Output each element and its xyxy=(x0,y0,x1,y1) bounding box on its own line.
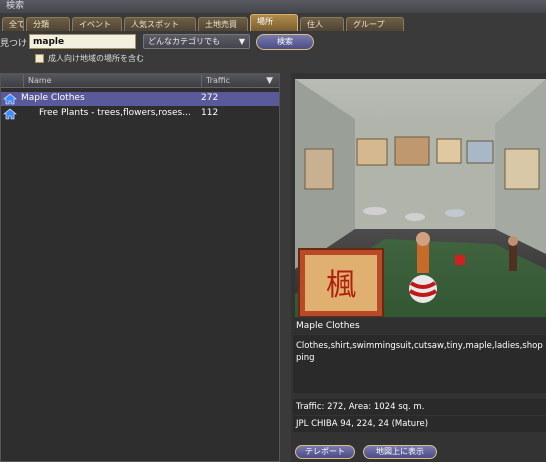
place-snapshot: 楓 xyxy=(295,79,546,317)
dropdown-arrow-icon: ▼ xyxy=(238,37,245,46)
result-name: Free Plants - trees,flowers,roses... xyxy=(39,108,191,118)
list-item[interactable]: Free Plants - trees,flowers,roses... 112 xyxy=(1,107,279,121)
search-button[interactable]: 検索 xyxy=(256,34,314,50)
place-traffic-area: Traffic: 272, Area: 1024 sq. m. xyxy=(293,399,546,415)
window-title: 検索 xyxy=(0,0,546,13)
tab-all[interactable]: 全て xyxy=(2,17,24,31)
result-traffic: 112 xyxy=(201,108,219,118)
tab-events[interactable]: イベント xyxy=(72,17,122,31)
sign-text: 楓 xyxy=(326,268,356,303)
search-input[interactable]: maple xyxy=(29,34,136,49)
category-value: どんなカテゴリでも xyxy=(148,37,220,46)
result-name: Maple Clothes xyxy=(21,93,85,103)
house-icon xyxy=(3,93,17,105)
teleport-button[interactable]: テレポート xyxy=(295,445,355,459)
tab-people[interactable]: 住人 xyxy=(300,17,344,31)
result-traffic: 272 xyxy=(201,93,219,103)
show-on-map-button[interactable]: 地図上に表示 xyxy=(363,445,437,459)
details-panel: 楓 Maple Clothes Clothes,shirt,swimmingsu… xyxy=(291,73,546,462)
house-icon xyxy=(3,108,17,120)
sort-arrow-icon[interactable]: ▼ xyxy=(266,76,273,86)
list-item[interactable]: Maple Clothes 272 xyxy=(1,92,279,106)
place-name: Maple Clothes xyxy=(293,318,546,334)
name-column-header[interactable]: Name xyxy=(23,74,201,88)
traffic-column-label: Traffic xyxy=(206,76,231,85)
mature-label: 成人向け地域の場所を含む xyxy=(48,53,144,63)
results-header: Name Traffic ▼ xyxy=(1,74,279,88)
tab-bar: 全て 分類 イベント 人気スポット 土地売買 場所 住人 グループ xyxy=(0,14,546,31)
tab-popular[interactable]: 人気スポット xyxy=(124,17,196,31)
place-location: JPL CHIBA 94, 224, 24 (Mature) xyxy=(293,416,546,432)
mature-checkbox[interactable] xyxy=(35,53,44,63)
tab-groups[interactable]: グループ xyxy=(346,17,404,31)
icon-column-header[interactable] xyxy=(1,74,23,88)
mature-option: 成人向け地域の場所を含む xyxy=(35,52,144,64)
find-label: 見つけ xyxy=(0,39,28,49)
tab-land-sales[interactable]: 土地売買 xyxy=(198,17,248,31)
tab-places[interactable]: 場所 xyxy=(250,14,298,31)
tab-classifieds[interactable]: 分類 xyxy=(26,17,70,31)
results-list: Name Traffic ▼ Maple Clothes 272 Free Pl… xyxy=(0,73,280,462)
place-description: Clothes,shirt,swimmingsuit,cutsaw,tiny,m… xyxy=(293,335,546,393)
search-row: 見つけ maple どんなカテゴリでも ▼ 検索 xyxy=(0,32,546,52)
category-dropdown[interactable]: どんなカテゴリでも ▼ xyxy=(143,34,250,49)
